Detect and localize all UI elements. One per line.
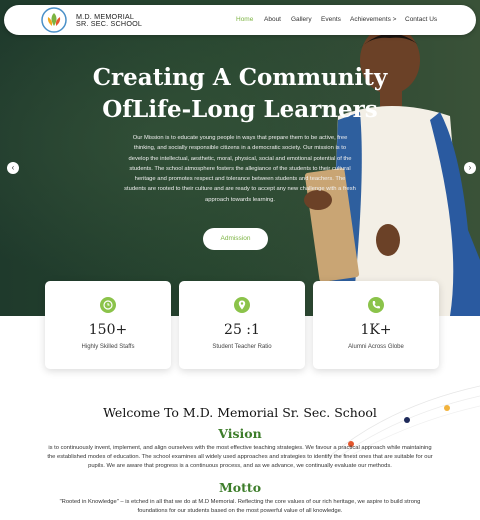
welcome-title: Welcome To M.D. Memorial Sr. Sec. School: [103, 405, 377, 420]
next-section-heading-partial: [224, 514, 256, 520]
vision-heading: Vision: [218, 426, 262, 441]
hero-mission-text: Our Mission is to educate young people i…: [124, 135, 356, 203]
location-pin-icon: [234, 297, 250, 313]
phone-icon: [368, 297, 384, 313]
nav-item-achievements[interactable]: Achievements >: [350, 16, 396, 23]
stat-value: 25 :1: [224, 322, 260, 338]
nav-item-about[interactable]: About: [264, 16, 281, 23]
stat-label: Student Teacher Ratio: [212, 344, 272, 350]
nav-item-home[interactable]: Home: [236, 16, 253, 23]
motto-heading: Motto: [218, 480, 262, 495]
clock-icon: [100, 297, 116, 313]
stat-card-staff: 150+ Highly Skilled Staffs: [45, 281, 171, 369]
stat-value: 1K+: [360, 322, 392, 338]
page: M.D. MEMORIAL SR. SEC. SCHOOL Home About…: [0, 0, 480, 520]
slider-prev-button[interactable]: ‹: [7, 162, 19, 174]
stat-value: 150+: [88, 322, 128, 338]
brand-name[interactable]: M.D. MEMORIAL SR. SEC. SCHOOL: [76, 13, 142, 28]
stat-label: Highly Skilled Staffs: [81, 344, 135, 350]
hero-title-line-2: OfLife-Long Learners: [102, 96, 378, 123]
nav-item-gallery[interactable]: Gallery: [291, 16, 312, 23]
brand-line-2: SR. SEC. SCHOOL: [76, 19, 143, 29]
navbar: M.D. MEMORIAL SR. SEC. SCHOOL Home About…: [4, 5, 476, 35]
hero-title: Creating A Community OfLife-Long Learner…: [90, 62, 390, 126]
nav-item-events[interactable]: Events: [321, 16, 341, 23]
vision-text: is to continuously invent, implement, an…: [47, 445, 433, 470]
hero-banner: M.D. MEMORIAL SR. SEC. SCHOOL Home About…: [0, 0, 480, 316]
school-logo[interactable]: [40, 7, 68, 33]
nav-item-contact[interactable]: Contact Us: [405, 16, 437, 23]
stat-card-ratio: 25 :1 Student Teacher Ratio: [179, 281, 305, 369]
stat-label: Alumni Across Globe: [348, 344, 404, 350]
stat-card-alumni: 1K+ Alumni Across Globe: [313, 281, 439, 369]
hero-title-line-1: Creating A Community: [92, 64, 388, 91]
admission-button[interactable]: Admission: [203, 228, 268, 250]
slider-next-button[interactable]: ›: [464, 162, 476, 174]
